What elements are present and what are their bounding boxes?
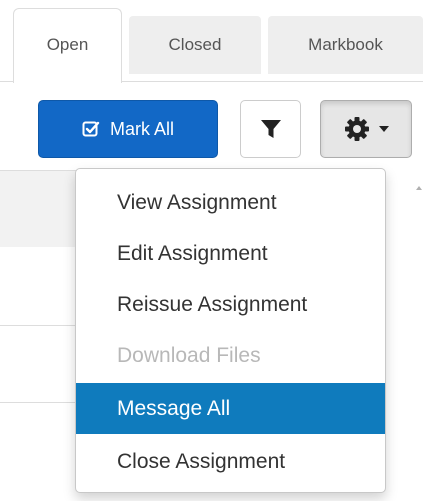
tab-closed-label: Closed: [168, 35, 222, 54]
menu-item-label: View Assignment: [117, 190, 277, 214]
tab-markbook-label: Markbook: [308, 35, 383, 54]
settings-dropdown-button[interactable]: [320, 100, 412, 158]
tab-closed[interactable]: Closed: [129, 16, 261, 74]
mark-all-button[interactable]: Mark All: [38, 100, 218, 158]
gear-icon: [344, 116, 370, 142]
menu-item-label: Download Files: [117, 343, 261, 367]
tab-open-label: Open: [46, 35, 89, 54]
menu-item-download-files: Download Files: [76, 330, 385, 381]
menu-item-label: Reissue Assignment: [117, 292, 308, 316]
settings-dropdown-menu: View Assignment Edit Assignment Reissue …: [75, 168, 386, 493]
mark-all-label: Mark All: [109, 118, 174, 139]
tab-open[interactable]: Open: [13, 8, 122, 83]
menu-item-edit-assignment[interactable]: Edit Assignment: [76, 228, 385, 279]
menu-item-reissue-assignment[interactable]: Reissue Assignment: [76, 279, 385, 330]
menu-item-label: Message All: [117, 396, 231, 420]
menu-item-label: Close Assignment: [117, 449, 286, 473]
filter-button[interactable]: [240, 100, 301, 158]
menu-item-label: Edit Assignment: [117, 241, 268, 265]
caret-down-icon: [378, 126, 389, 132]
tab-markbook[interactable]: Markbook: [268, 16, 423, 74]
menu-item-view-assignment[interactable]: View Assignment: [76, 177, 385, 228]
menu-item-message-all[interactable]: Message All: [76, 383, 385, 434]
tab-bar: Open Closed Markbook: [0, 0, 423, 83]
check-square-icon: [82, 120, 100, 138]
scrollbar-up-arrow[interactable]: [415, 178, 423, 198]
filter-icon: [260, 118, 282, 140]
menu-item-close-assignment[interactable]: Close Assignment: [76, 436, 385, 487]
